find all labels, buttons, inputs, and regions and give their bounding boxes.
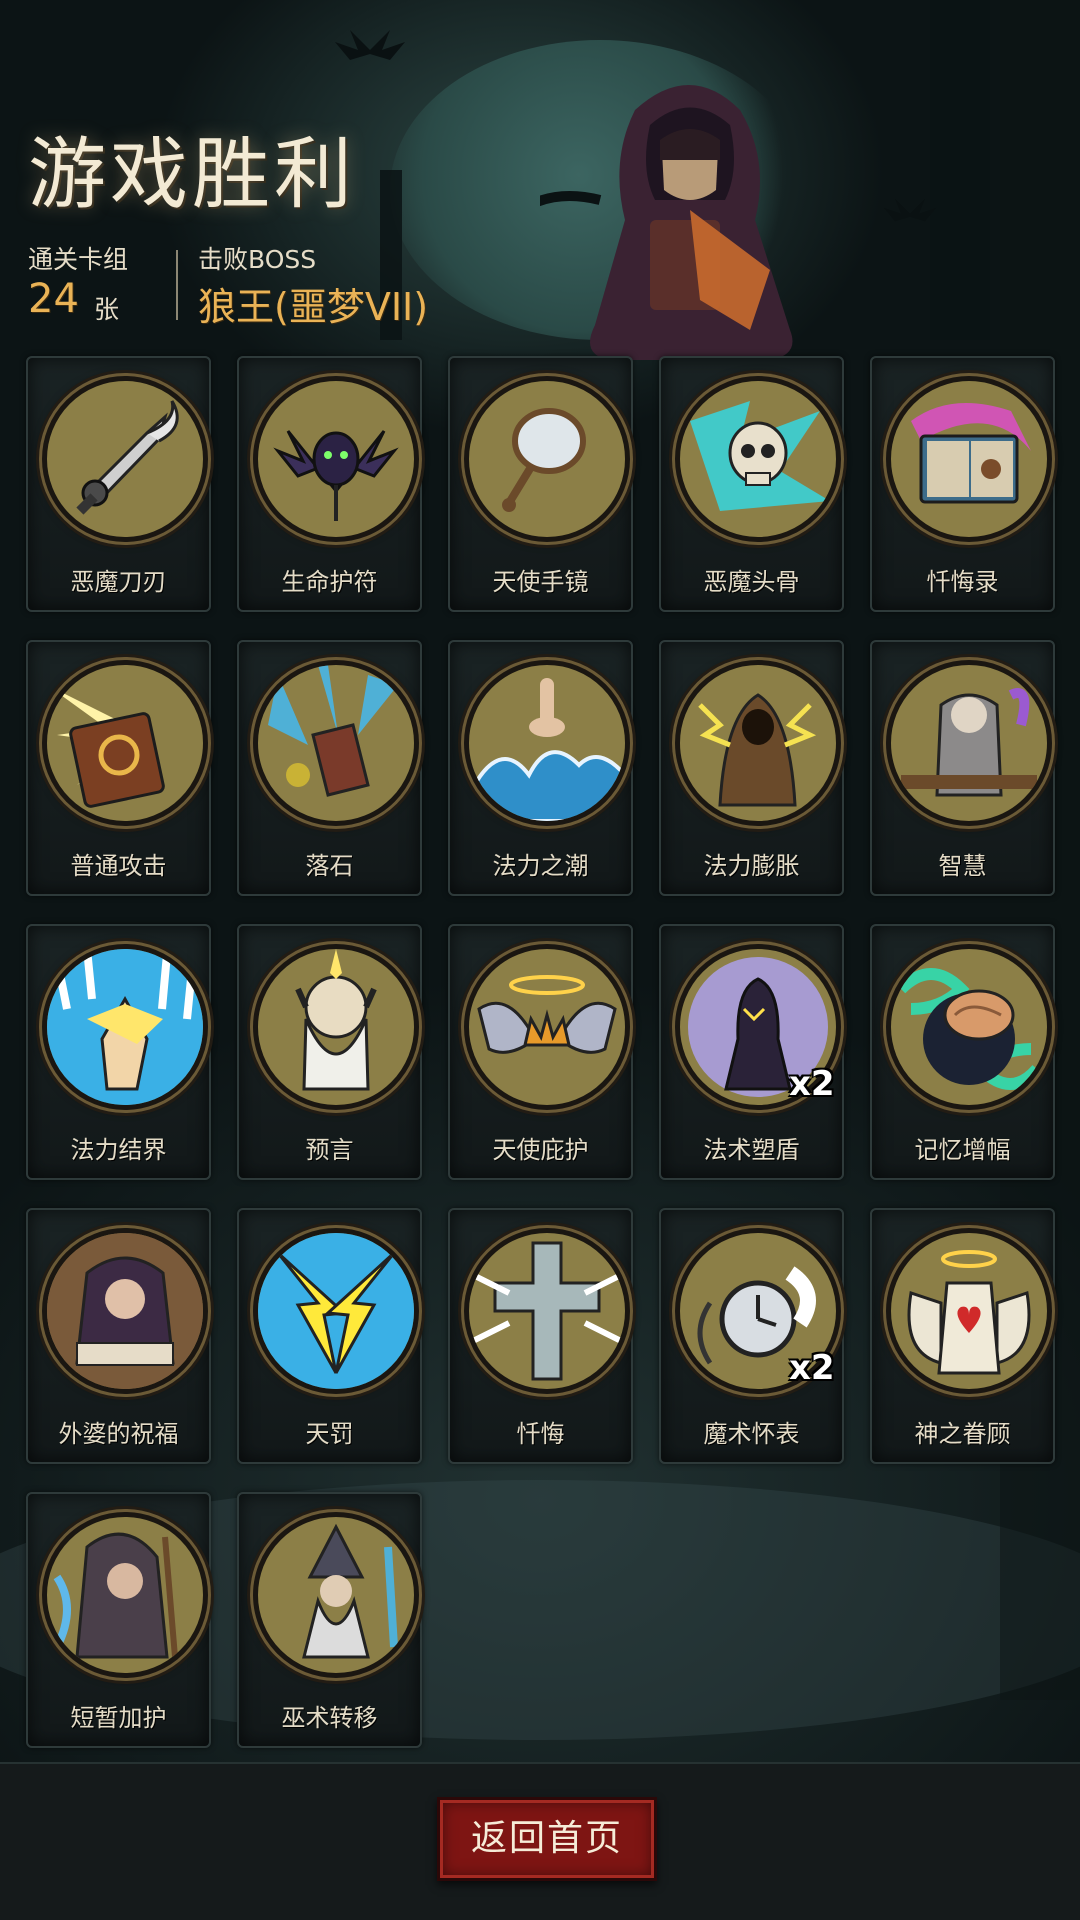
page-title: 游戏胜利 <box>28 130 357 220</box>
deck-card[interactable]: 生命护符 <box>237 356 422 612</box>
glowing-book-icon <box>42 660 208 826</box>
mana-barrier-icon <box>42 944 208 1110</box>
deck-card[interactable]: x2 法术塑盾 <box>659 924 844 1180</box>
deck-card[interactable]: 落石 <box>237 640 422 896</box>
card-name: 恶魔刀刃 <box>70 568 167 596</box>
deck-card[interactable]: 忏悔 <box>448 1208 633 1464</box>
deck-card[interactable]: 法力结界 <box>26 924 211 1180</box>
card-name: 智慧 <box>938 852 987 880</box>
boss-label: 击败BOSS <box>198 245 317 274</box>
hand-mirror-icon <box>464 376 630 542</box>
deck-card[interactable]: 法力之潮 <box>448 640 633 896</box>
deck-label: 通关卡组 <box>28 245 129 274</box>
deck-card[interactable]: 巫术转移 <box>237 1492 422 1748</box>
card-name: 记忆增幅 <box>914 1136 1011 1164</box>
victory-screen: 游戏胜利 通关卡组 24 张 击败BOSS 狼王(噩梦VII) 恶魔刀刃 生命护符… <box>0 0 1080 1920</box>
card-count-badge: x2 <box>789 1348 835 1388</box>
bat-icon <box>883 198 937 222</box>
deck-card[interactable]: 恶魔刀刃 <box>26 356 211 612</box>
angel-crown-icon <box>464 944 630 1110</box>
deck-card[interactable]: 短暂加护 <box>26 1492 211 1748</box>
deck-card[interactable]: 预言 <box>237 924 422 1180</box>
bat-icon <box>335 30 405 60</box>
card-name: 忏悔录 <box>926 568 999 596</box>
deck-card[interactable]: 天罚 <box>237 1208 422 1464</box>
prophet-icon <box>253 944 419 1110</box>
card-name: 天使手镜 <box>492 568 589 596</box>
deck-card[interactable]: 天使庇护 <box>448 924 633 1180</box>
cross-icon <box>464 1228 630 1394</box>
deck-card[interactable]: 记忆增幅 <box>870 924 1055 1180</box>
card-name: 巫术转移 <box>281 1704 378 1732</box>
deck-unit: 张 <box>94 295 120 324</box>
mana-wave-icon <box>464 660 630 826</box>
deck-card[interactable]: 法力膨胀 <box>659 640 844 896</box>
card-name: 天使庇护 <box>492 1136 589 1164</box>
grandma-icon <box>42 1228 208 1394</box>
card-name: 外婆的祝福 <box>58 1420 179 1448</box>
card-name: 忏悔 <box>516 1420 565 1448</box>
deck-card[interactable]: 天使手镜 <box>448 356 633 612</box>
card-name: 法术塑盾 <box>703 1136 800 1164</box>
hero-character-portrait <box>540 85 793 360</box>
wizard-icon <box>253 1512 419 1678</box>
demon-skull-icon <box>675 376 841 542</box>
deck-card[interactable]: x2 魔术怀表 <box>659 1208 844 1464</box>
card-name: 恶魔头骨 <box>703 568 800 596</box>
deck-card[interactable]: 普通攻击 <box>26 640 211 896</box>
card-name: 法力膨胀 <box>703 852 800 880</box>
brain-icon <box>886 944 1052 1110</box>
dagger-icon <box>42 376 208 542</box>
card-name: 短暂加护 <box>70 1704 167 1732</box>
deck-count: 24 <box>28 276 79 322</box>
hooded-mage-icon <box>675 660 841 826</box>
background-tree <box>930 0 990 340</box>
card-name: 普通攻击 <box>70 852 167 880</box>
spell-book-icon <box>886 376 1052 542</box>
hooded-elder-icon <box>42 1512 208 1678</box>
deck-card[interactable]: 忏悔录 <box>870 356 1055 612</box>
deck-card[interactable]: 神之眷顾 <box>870 1208 1055 1464</box>
return-home-button[interactable]: 返回首页 <box>437 1797 657 1881</box>
boss-name: 狼王(噩梦VII) <box>198 285 429 329</box>
card-name: 天罚 <box>305 1420 354 1448</box>
card-name: 预言 <box>305 1136 354 1164</box>
card-name: 生命护符 <box>281 568 378 596</box>
card-name: 法力结界 <box>70 1136 167 1164</box>
falling-rock-icon <box>253 660 419 826</box>
card-name: 神之眷顾 <box>914 1420 1011 1448</box>
stat-divider <box>176 250 178 320</box>
deck-card[interactable]: 智慧 <box>870 640 1055 896</box>
deck-card[interactable]: 外婆的祝福 <box>26 1208 211 1464</box>
angel-heart-icon <box>886 1228 1052 1394</box>
card-count-badge: x2 <box>789 1064 835 1104</box>
deck-card[interactable]: 恶魔头骨 <box>659 356 844 612</box>
old-scholar-icon <box>886 660 1052 826</box>
bat-amulet-icon <box>253 376 419 542</box>
lightning-icon <box>253 1228 419 1394</box>
card-name: 魔术怀表 <box>703 1420 800 1448</box>
card-name: 落石 <box>305 852 354 880</box>
card-name: 法力之潮 <box>492 852 589 880</box>
